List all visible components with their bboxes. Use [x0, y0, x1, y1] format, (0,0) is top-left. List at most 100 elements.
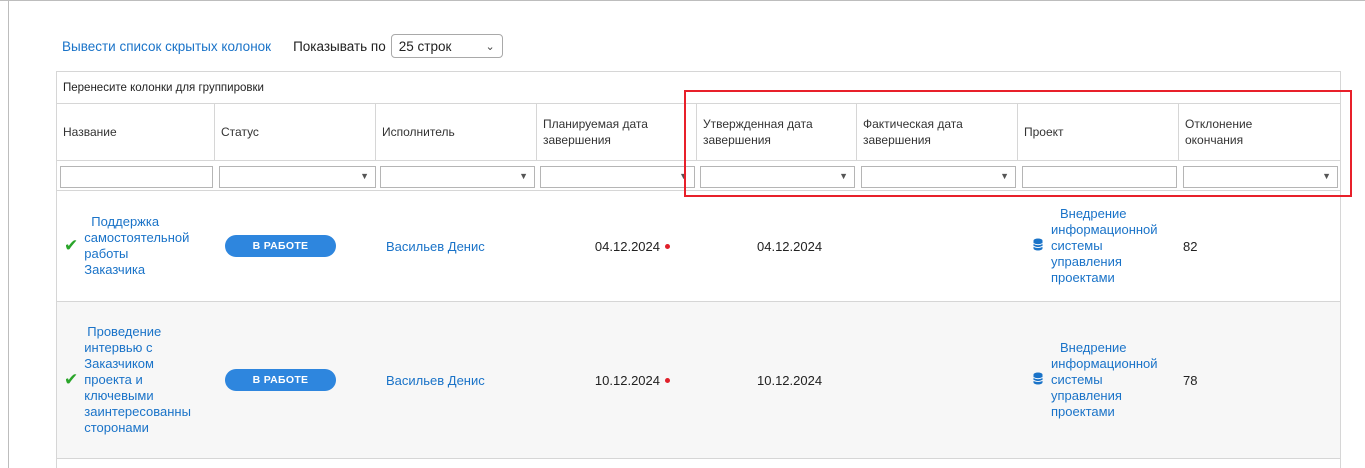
project-line: информационной: [1051, 222, 1158, 237]
column-header-approved-date[interactable]: Утвержденная дата завершения: [697, 104, 857, 161]
column-header-status[interactable]: Статус: [215, 104, 376, 161]
task-title-line: проекта и: [84, 372, 143, 387]
cell-actual-date: [862, 191, 1012, 301]
filter-row: ▼ ▼ ▼ ▼ ▼ ▼: [57, 161, 1340, 191]
status-badge: В РАБОТЕ: [225, 369, 336, 391]
column-header-label: Проект: [1024, 125, 1064, 139]
cell-assignee: Васильев Денис: [386, 302, 536, 458]
project-link[interactable]: Внедрение информационной системы управле…: [1051, 340, 1158, 420]
cell-name: ✔ Проведение интервью с Заказчиком проек…: [61, 302, 217, 458]
chevron-down-icon: ▼: [1322, 171, 1331, 181]
task-title-line: Проведение: [87, 324, 162, 339]
approved-date: 10.12.2024: [757, 372, 823, 388]
column-header-label: Фактическая дата завершения: [863, 117, 963, 147]
column-header-assignee[interactable]: Исполнитель: [376, 104, 537, 161]
task-title-line: интервью с: [84, 340, 153, 355]
task-title-link[interactable]: Проведение интервью с Заказчиком проекта…: [84, 324, 191, 436]
chevron-down-icon: ▼: [679, 171, 688, 181]
planned-date: 10.12.2024: [594, 372, 660, 388]
project-line: системы: [1051, 238, 1103, 253]
filter-deviation-select[interactable]: ▼: [1183, 166, 1338, 188]
overdue-dot-icon: [665, 377, 670, 383]
window-left-border: [8, 0, 9, 468]
filter-project-input[interactable]: [1022, 166, 1177, 188]
task-title-link[interactable]: Поддержка самостоятельной работы Заказчи…: [84, 214, 189, 278]
column-header-deviation[interactable]: Отклонение окончания: [1179, 104, 1340, 161]
cell-assignee: Васильев Денис: [386, 191, 536, 301]
column-header-actual-date[interactable]: Фактическая дата завершения: [857, 104, 1018, 161]
assignee-link[interactable]: Васильев Денис: [386, 373, 485, 388]
task-title-line: самостоятельной: [84, 230, 190, 245]
cell-approved-date: 10.12.2024: [757, 302, 877, 458]
deviation-value: 82: [1183, 238, 1198, 254]
task-title-line: Заказчиком: [84, 356, 154, 371]
table-row[interactable]: ✔ Поддержка самостоятельной работы Заказ…: [57, 191, 1340, 302]
cell-deviation: 82: [1183, 191, 1333, 301]
project-link[interactable]: Внедрение информационной системы управле…: [1051, 206, 1158, 286]
cell-name: ✔ Поддержка самостоятельной работы Заказ…: [61, 191, 217, 301]
table-row[interactable]: [57, 459, 1340, 468]
chevron-down-icon: ▼: [519, 171, 528, 181]
database-icon: [1033, 238, 1043, 254]
project-line: управления: [1051, 254, 1122, 269]
cell-status: В РАБОТЕ: [225, 191, 375, 301]
column-header-label: Статус: [221, 125, 259, 139]
tasks-grid: Перенесите колонки для группировки Назва…: [56, 71, 1341, 468]
database-icon: [1033, 372, 1043, 388]
column-header-label: Название: [63, 125, 117, 139]
window-top-border: [0, 0, 1365, 1]
group-hint: Перенесите колонки для группировки: [63, 81, 264, 94]
cell-project: Внедрение информационной системы управле…: [1033, 191, 1179, 301]
column-header-label: Планируемая дата завершения: [543, 117, 648, 147]
chevron-down-icon: ⌄: [485, 40, 495, 53]
filter-actual-date-select[interactable]: ▼: [861, 166, 1016, 188]
cell-project: Внедрение информационной системы управле…: [1033, 302, 1179, 458]
project-line: Внедрение: [1060, 340, 1127, 355]
chevron-down-icon: ▼: [360, 171, 369, 181]
column-header-label: Утвержденная дата завершения: [703, 117, 813, 147]
cell-deviation: 78: [1183, 302, 1333, 458]
page-size-label: Показывать по: [293, 38, 386, 54]
project-line: проектами: [1051, 270, 1115, 285]
filter-status-select[interactable]: ▼: [219, 166, 376, 188]
filter-planned-date-select[interactable]: ▼: [540, 166, 695, 188]
column-header-project[interactable]: Проект: [1018, 104, 1179, 161]
column-header-name[interactable]: Название: [57, 104, 215, 161]
deviation-value: 78: [1183, 372, 1198, 388]
column-header-label: Исполнитель: [382, 125, 455, 139]
grid-toolbar: Вывести список скрытых колонок Показыват…: [62, 32, 503, 60]
column-header-label: Отклонение окончания: [1185, 117, 1253, 147]
check-icon: ✔: [64, 370, 79, 389]
column-header-planned-date[interactable]: Планируемая дата завершения: [537, 104, 697, 161]
assignee-link[interactable]: Васильев Денис: [386, 239, 485, 254]
cell-status: В РАБОТЕ: [225, 302, 375, 458]
project-line: управления: [1051, 388, 1122, 403]
check-icon: ✔: [64, 236, 79, 255]
planned-date: 04.12.2024: [594, 238, 660, 254]
task-title-line: Заказчика: [84, 262, 146, 277]
chevron-down-icon: ▼: [1000, 171, 1009, 181]
table-row[interactable]: ✔ Проведение интервью с Заказчиком проек…: [57, 302, 1340, 459]
task-title-line: ключевыми: [84, 388, 154, 403]
task-title-line: заинтересованны: [84, 404, 191, 419]
page-size-select[interactable]: 25 строк ⌄: [390, 34, 503, 58]
cell-planned-date: 10.12.2024: [537, 302, 697, 458]
project-line: Внедрение: [1060, 206, 1127, 221]
hidden-columns-link[interactable]: Вывести список скрытых колонок: [62, 39, 271, 54]
cell-planned-date: 04.12.2024: [537, 191, 697, 301]
project-line: проектами: [1051, 404, 1115, 419]
task-title-line: работы: [84, 246, 129, 261]
filter-assignee-select[interactable]: ▼: [380, 166, 535, 188]
chevron-down-icon: ▼: [839, 171, 848, 181]
filter-name-input[interactable]: [60, 166, 213, 188]
project-line: информационной: [1051, 356, 1158, 371]
group-drop-area[interactable]: Перенесите колонки для группировки: [57, 72, 1340, 104]
cell-actual-date: [862, 302, 1012, 458]
filter-approved-date-select[interactable]: ▼: [700, 166, 855, 188]
task-title-line: Поддержка: [91, 214, 160, 229]
page-size-value: 25 строк: [398, 38, 452, 54]
approved-date: 04.12.2024: [757, 238, 823, 254]
status-badge: В РАБОТЕ: [225, 235, 336, 257]
cell-approved-date: 04.12.2024: [757, 191, 877, 301]
overdue-dot-icon: [665, 243, 670, 249]
